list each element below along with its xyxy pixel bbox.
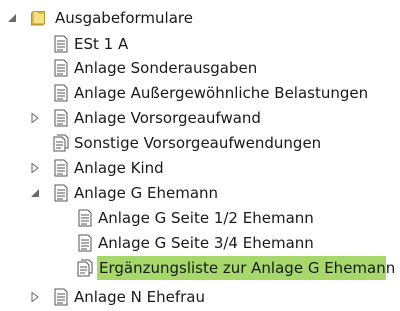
collapsed-chevron-icon[interactable] — [29, 112, 41, 124]
tree-item-anlage-sonderausgaben[interactable]: Anlage Sonderausgaben — [0, 56, 400, 80]
tree-item-label: Anlage G Seite 1/2 Ehemann — [98, 209, 314, 227]
tree-item-sonstige-vorsorgeaufwendungen[interactable]: Sonstige Vorsorgeaufwendungen — [0, 131, 400, 155]
tree-item-anlage-aussergewoehnliche-belastungen[interactable]: Anlage Außergewöhnliche Belastungen — [0, 81, 400, 105]
document-icon — [53, 109, 69, 127]
tree-item-label: Anlage Sonderausgaben — [74, 59, 258, 77]
document-stack-icon — [77, 259, 93, 277]
tree-item-label: Anlage G Seite 3/4 Ehemann — [98, 234, 314, 252]
tree-item-anlage-kind[interactable]: Anlage Kind — [0, 156, 400, 180]
document-icon — [53, 59, 69, 77]
expanded-chevron-icon[interactable] — [29, 187, 41, 199]
form-tree: Ausgabeformulare ESt 1 A Anlage Sonderau… — [0, 0, 400, 311]
document-icon — [53, 84, 69, 102]
tree-item-ergaenzungsliste[interactable]: Ergänzungsliste zur Anlage G Ehemann — [0, 256, 400, 280]
tree-item-anlage-n-ehefrau[interactable]: Anlage N Ehefrau — [0, 285, 400, 309]
tree-item-label: Anlage Kind — [74, 159, 164, 177]
expanded-chevron-icon[interactable] — [6, 12, 18, 24]
tree-item-anlage-g-seite-1-2[interactable]: Anlage G Seite 1/2 Ehemann — [0, 206, 400, 230]
tree-item-label: Ergänzungsliste zur Anlage G Ehemann — [97, 256, 395, 280]
tree-item-label: Anlage Außergewöhnliche Belastungen — [74, 84, 369, 102]
document-icon — [53, 184, 69, 202]
tree-item-label: Ausgabeformulare — [55, 9, 193, 27]
tree-item-anlage-vorsorgeaufwand[interactable]: Anlage Vorsorgeaufwand — [0, 106, 400, 130]
tree-item-ausgabeformulare[interactable]: Ausgabeformulare — [0, 6, 400, 30]
document-stack-icon — [53, 134, 69, 152]
tree-item-est-1a[interactable]: ESt 1 A — [0, 32, 400, 56]
document-icon — [53, 35, 69, 53]
tree-item-label: ESt 1 A — [74, 35, 129, 53]
document-icon — [77, 234, 93, 252]
tree-item-label: Anlage N Ehefrau — [74, 288, 205, 306]
collapsed-chevron-icon[interactable] — [29, 162, 41, 174]
tree-item-label: Anlage G Ehemann — [74, 184, 219, 202]
tree-item-label: Anlage Vorsorgeaufwand — [74, 109, 261, 127]
collapsed-chevron-icon[interactable] — [29, 291, 41, 303]
document-icon — [77, 209, 93, 227]
tree-item-anlage-g-ehemann[interactable]: Anlage G Ehemann — [0, 181, 400, 205]
tree-item-label: Sonstige Vorsorgeaufwendungen — [74, 134, 322, 152]
tree-item-anlage-g-seite-3-4[interactable]: Anlage G Seite 3/4 Ehemann — [0, 231, 400, 255]
document-icon — [53, 288, 69, 306]
folder-icon — [30, 9, 46, 27]
document-icon — [53, 159, 69, 177]
